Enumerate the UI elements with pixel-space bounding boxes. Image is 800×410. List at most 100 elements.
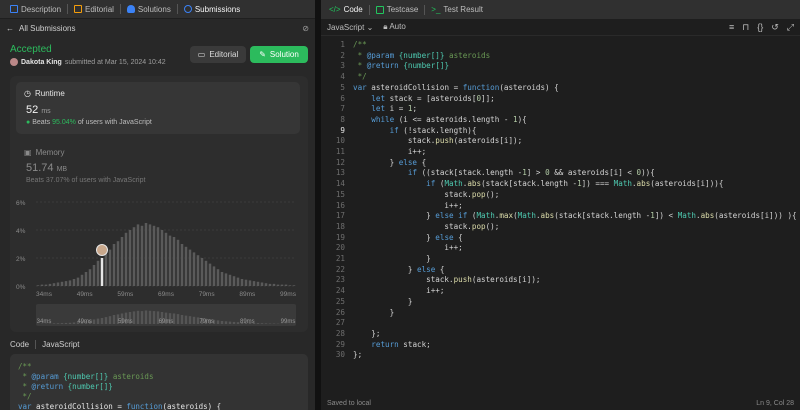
- code-line[interactable]: stack.push(asteroids[i]);: [353, 275, 797, 286]
- distribution-bar[interactable]: [244, 279, 248, 286]
- distribution-bar[interactable]: [272, 283, 276, 286]
- distribution-bar[interactable]: [184, 246, 188, 286]
- distribution-bar[interactable]: [72, 279, 76, 286]
- runtime-distribution-chart[interactable]: 6% 4% 2% 0% 34ms 49ms 59ms 69ms 79ms 89ms 99ms 34ms…: [16, 194, 306, 330]
- tab-description[interactable]: Description: [6, 0, 65, 19]
- distribution-bar[interactable]: [176, 239, 180, 286]
- code-line[interactable]: } else {: [353, 158, 797, 169]
- braces-icon[interactable]: {}: [757, 22, 763, 33]
- distribution-bar[interactable]: [220, 272, 224, 286]
- distribution-bar[interactable]: [132, 227, 136, 286]
- code-line[interactable]: } else {: [353, 233, 797, 244]
- distribution-bar[interactable]: [96, 260, 100, 286]
- code-line[interactable]: let i = 1;: [353, 104, 797, 115]
- distribution-bar[interactable]: [44, 284, 48, 286]
- distribution-bar[interactable]: [212, 266, 216, 286]
- distribution-bar[interactable]: [240, 279, 244, 286]
- distribution-bar[interactable]: [128, 230, 132, 286]
- distribution-bar[interactable]: [76, 277, 80, 286]
- fullscreen-icon[interactable]: ⤢: [787, 22, 794, 33]
- distribution-bar[interactable]: [168, 235, 172, 286]
- code-line[interactable]: }: [353, 297, 797, 308]
- distribution-bar[interactable]: [256, 281, 260, 286]
- code-line[interactable]: [353, 318, 797, 329]
- code-line[interactable]: i++;: [353, 286, 797, 297]
- distribution-bar[interactable]: [284, 284, 288, 286]
- distribution-bar[interactable]: [108, 249, 112, 286]
- code-line[interactable]: }: [353, 308, 797, 319]
- distribution-bar[interactable]: [228, 274, 232, 286]
- distribution-bar[interactable]: [232, 276, 236, 286]
- distribution-bar[interactable]: [84, 272, 88, 286]
- code-line[interactable]: } else if (Math.max(Math.abs(stack[stack…: [353, 211, 796, 222]
- editorial-button[interactable]: ▭ Editorial: [190, 46, 246, 63]
- distribution-bar[interactable]: [116, 241, 120, 286]
- code-line[interactable]: */: [353, 72, 797, 83]
- code-line[interactable]: } else {: [353, 265, 797, 276]
- distribution-bar[interactable]: [260, 282, 264, 287]
- reset-icon[interactable]: ↺: [771, 22, 779, 33]
- code-line[interactable]: var asteroidCollision = function(asteroi…: [353, 83, 797, 94]
- distribution-bar[interactable]: [144, 223, 148, 286]
- distribution-bar[interactable]: [188, 249, 192, 286]
- code-line[interactable]: if (Math.abs(stack[stack.length -1]) ===…: [353, 179, 797, 190]
- distribution-bar[interactable]: [268, 283, 272, 286]
- distribution-bar[interactable]: [148, 224, 152, 286]
- distribution-bar[interactable]: [48, 283, 52, 286]
- code-line[interactable]: };: [353, 350, 797, 361]
- distribution-bar[interactable]: [204, 260, 208, 286]
- distribution-bar[interactable]: [140, 225, 144, 286]
- distribution-bar[interactable]: [276, 284, 280, 286]
- solution-button[interactable]: ✎ Solution: [250, 46, 308, 63]
- language-select[interactable]: JavaScript ⌄: [327, 23, 373, 32]
- auto-mode[interactable]: 🔒︎ Auto: [383, 22, 406, 32]
- code-line[interactable]: stack.pop();: [353, 190, 797, 201]
- code-line[interactable]: stack.push(asteroids[i]);: [353, 136, 797, 147]
- distribution-bar[interactable]: [68, 280, 72, 286]
- distribution-bar[interactable]: [252, 281, 256, 286]
- distribution-bar[interactable]: [88, 269, 92, 286]
- code-editor[interactable]: 1 2 3 4 5 6 7 8 9 10 11 12 13 14 15 16 17 18 19 20 21 22 23 24 2…: [321, 40, 800, 395]
- distribution-bar[interactable]: [52, 283, 56, 286]
- distribution-bar[interactable]: [172, 237, 176, 286]
- link-icon[interactable]: ⊘: [302, 24, 309, 33]
- back-arrow-icon[interactable]: ←: [6, 24, 14, 33]
- distribution-bar[interactable]: [120, 237, 124, 286]
- distribution-bar[interactable]: [36, 285, 40, 286]
- code-lines[interactable]: /** * @param {number[]} asteroids * @ret…: [353, 40, 797, 361]
- code-line[interactable]: i++;: [353, 243, 797, 254]
- tab-testcase[interactable]: Testcase: [372, 0, 423, 19]
- distribution-bar[interactable]: [248, 280, 252, 286]
- distribution-bar[interactable]: [112, 244, 116, 286]
- author-name[interactable]: Dakota King: [21, 59, 62, 66]
- code-line[interactable]: /**: [353, 40, 797, 51]
- distribution-bar[interactable]: [164, 232, 168, 286]
- distribution-bar[interactable]: [192, 252, 196, 286]
- code-line[interactable]: i++;: [353, 147, 797, 158]
- distribution-bar[interactable]: [292, 285, 296, 286]
- code-line[interactable]: i++;: [353, 201, 797, 212]
- distribution-bar[interactable]: [280, 284, 284, 286]
- distribution-bar[interactable]: [224, 273, 228, 286]
- tab-test-result[interactable]: >_ Test Result: [427, 0, 487, 19]
- distribution-bar[interactable]: [136, 224, 140, 286]
- distribution-bar[interactable]: [104, 253, 108, 286]
- format-icon[interactable]: ≡: [729, 22, 734, 33]
- distribution-bar[interactable]: [80, 274, 84, 286]
- tab-submissions[interactable]: Submissions: [180, 0, 244, 19]
- code-line[interactable]: let stack = [asteroids[0]];: [353, 94, 797, 105]
- distribution-bar[interactable]: [160, 230, 164, 286]
- distribution-bar[interactable]: [64, 281, 68, 286]
- distribution-bar[interactable]: [40, 284, 44, 286]
- code-line[interactable]: * @return {number[]}: [353, 61, 797, 72]
- memory-title[interactable]: ▣ Memory: [24, 148, 64, 157]
- distribution-bar[interactable]: [288, 285, 292, 286]
- distribution-bar[interactable]: [200, 258, 204, 286]
- code-line[interactable]: stack.pop();: [353, 222, 797, 233]
- distribution-bar[interactable]: [180, 244, 184, 286]
- distribution-bar[interactable]: [60, 281, 64, 286]
- code-line[interactable]: if ((stack[stack.length -1] > 0 && aster…: [353, 168, 797, 179]
- distribution-bar[interactable]: [100, 258, 104, 286]
- code-line[interactable]: * @param {number[]} asteroids: [353, 51, 797, 62]
- tab-solutions[interactable]: Solutions: [123, 0, 175, 19]
